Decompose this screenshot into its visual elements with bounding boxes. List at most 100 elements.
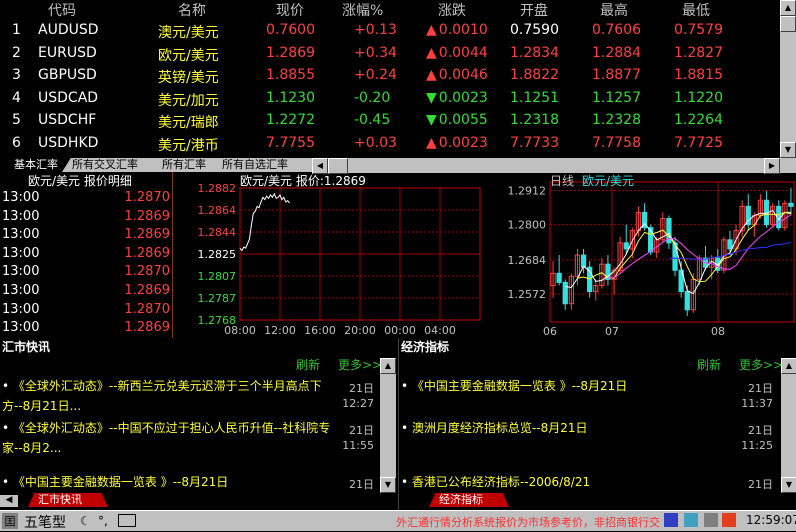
fx-news-scrollbar[interactable]: ▲ ▼: [380, 358, 396, 493]
col-header-code[interactable]: 代码: [48, 0, 76, 20]
detail-row: 13:00 1.2869: [0, 283, 172, 302]
news-date: 21日: [349, 382, 374, 395]
quote-row[interactable]: 4 USDCAD 美元/加元 1.1230 -0.20 ▼ 0.0023 1.1251 1.12…: [0, 88, 796, 111]
news-headline[interactable]: 香港已公布经济指标--2006/8/21: [412, 475, 590, 489]
quote-cell-price: 1.2869: [266, 44, 315, 61]
quote-row[interactable]: 1 AUDUSD 澳元/美元 0.7600 +0.13 ▲ 0.0010 0.7590 0.76…: [0, 20, 796, 43]
news-headline[interactable]: 《中国主要金融数据一览表 》--8月21日: [412, 379, 627, 393]
quote-cell-high: 1.8877: [592, 67, 641, 84]
daily-grid: [549, 182, 794, 322]
quote-cell-chg: ▲ 0.0010: [426, 22, 488, 38]
col-header-open[interactable]: 开盘: [520, 0, 548, 20]
daily-chart-panel[interactable]: 1.2912 1.2800 1.2684 1.2572 06 07 08 日线 欧元/美元: [484, 172, 796, 338]
scroll-up-button[interactable]: ▲: [781, 358, 796, 374]
quote-cell-name: 欧元/美元: [158, 47, 219, 64]
daily-x-tick: 06: [543, 325, 557, 338]
quote-cell-open: 1.8822: [510, 67, 559, 84]
daily-y-tick: 1.2572: [508, 288, 547, 301]
tab-scroll-left[interactable]: ◀: [0, 495, 18, 507]
econ-scrollbar[interactable]: ▲ ▼: [781, 358, 796, 493]
volume-icon[interactable]: [704, 513, 718, 527]
quote-row[interactable]: 6 USDHKD 美元/港币 7.7755 +0.03 ▲ 0.0023 7.7733 7.77…: [0, 133, 796, 156]
intraday-y-tick: 1.2825: [198, 248, 237, 261]
intraday-chart-panel[interactable]: 1.2882 1.2864 1.2844 1.2825 1.2807 1.2787 1.27…: [174, 172, 482, 338]
daily-x-tick: 08: [711, 325, 725, 338]
news-item[interactable]: • 澳洲月度经济指标总览--8月21日: [401, 418, 731, 438]
moving-average-line: [565, 209, 791, 295]
ime-mode-label[interactable]: 五笔型: [24, 512, 66, 532]
scroll-down-button[interactable]: ▼: [380, 477, 396, 493]
detail-row: 13:00 1.2869: [0, 209, 172, 228]
flag-icon[interactable]: [722, 513, 736, 527]
news-item[interactable]: • 香港已公布经济指标--2006/8/21: [401, 472, 731, 492]
bullet-icon: •: [401, 379, 412, 393]
intraday-title: 欧元/美元 报价:1.2869: [240, 174, 366, 188]
bullet-icon: •: [2, 475, 13, 489]
quote-row[interactable]: 5 USDCHF 美元/瑞郎 1.2272 -0.45 ▼ 0.0055 1.2318 1.23…: [0, 110, 796, 133]
quote-cell-chg: ▼ 0.0023: [426, 90, 488, 106]
tab-fx-news[interactable]: 汇市快讯: [28, 493, 108, 507]
econ-more-link[interactable]: 更多>>: [739, 356, 783, 373]
detail-price: 1.2869: [124, 283, 171, 298]
quote-cell-pct: -0.20: [354, 89, 391, 106]
quote-cell-open: 1.2318: [510, 112, 559, 129]
scroll-down-button[interactable]: ▼: [781, 477, 796, 493]
monitor-icon[interactable]: [684, 513, 698, 527]
quote-cell-price: 1.8855: [266, 67, 315, 84]
quote-row[interactable]: 3 GBPUSD 英镑/美元 1.8855 +0.24 ▲ 0.0046 1.8822 1.88…: [0, 65, 796, 88]
network-icon[interactable]: [664, 513, 678, 527]
tab-all-watchlist[interactable]: 所有自选汇率: [212, 158, 322, 172]
news-item[interactable]: • 《中国主要金融数据一览表 》--8月21日: [401, 376, 731, 396]
intraday-grid: [239, 187, 480, 321]
quote-scrollbar[interactable]: ▲ ▼: [780, 0, 796, 158]
quote-hscrollbar[interactable]: ◀ ▶: [312, 158, 796, 174]
fx-news-refresh-link[interactable]: 刷新: [296, 356, 320, 373]
col-header-pct[interactable]: 涨幅%: [342, 0, 383, 20]
bullet-icon: •: [2, 421, 13, 435]
scroll-up-button[interactable]: ▲: [380, 358, 396, 374]
col-header-high[interactable]: 最高: [600, 0, 628, 20]
col-header-chg[interactable]: 涨跌: [438, 0, 466, 20]
quote-cell-high: 1.2884: [592, 44, 641, 61]
ime-logo-icon[interactable]: 囯: [2, 513, 18, 529]
up-arrow-icon: ▲: [426, 67, 437, 84]
quote-cell-name: 英镑/美元: [158, 70, 219, 87]
news-headline[interactable]: 《全球外汇动态》--中国不应过于担心人民币升值--社科院专家--8月2...: [2, 421, 330, 455]
quote-cell-open: 7.7733: [510, 135, 559, 151]
news-headline[interactable]: 澳洲月度经济指标总览--8月21日: [412, 421, 588, 435]
news-time: 12:27: [342, 397, 374, 410]
detail-time: 13:00: [2, 320, 40, 336]
detail-row: 13:00 1.2870: [0, 190, 172, 209]
news-item[interactable]: • 《中国主要金融数据一览表 》--8月21日: [2, 472, 332, 492]
col-header-name[interactable]: 名称: [178, 0, 206, 20]
quote-row[interactable]: 2 EURUSD 欧元/美元 1.2869 +0.34 ▲ 0.0044 1.2834 1.28…: [0, 43, 796, 66]
detail-time: 13:00: [2, 227, 40, 243]
col-header-low[interactable]: 最低: [682, 0, 710, 20]
intraday-x-tick: 20:00: [344, 324, 376, 337]
punctuation-icon[interactable]: °,: [98, 514, 108, 528]
news-item[interactable]: • 《全球外汇动态》--新西兰元兑美元迟滞于三个半月高点下方--8月21日...: [2, 376, 332, 416]
col-header-price[interactable]: 现价: [276, 0, 304, 20]
quote-cell-code: USDCHF: [38, 112, 97, 129]
intraday-x-tick: 12:00: [264, 324, 296, 337]
intraday-chart[interactable]: 1.28821.28641.28441.28251.28071.27871.27…: [174, 172, 482, 338]
keyboard-icon[interactable]: [118, 514, 136, 527]
tab-econ[interactable]: 经济指标: [429, 493, 509, 507]
moon-icon[interactable]: ☾: [80, 514, 91, 528]
quote-cell-price: 1.2272: [266, 112, 315, 129]
econ-title: 经济指标: [401, 340, 450, 354]
quote-cell-name: 澳元/美元: [158, 25, 219, 41]
news-headline[interactable]: 《全球外汇动态》--新西兰元兑美元迟滞于三个半月高点下方--8月21日...: [2, 379, 322, 413]
scroll-down-button[interactable]: ▼: [780, 142, 796, 158]
news-headline[interactable]: 《中国主要金融数据一览表 》--8月21日: [13, 475, 228, 489]
daily-chart[interactable]: 1.2912 1.2800 1.2684 1.2572 06 07 08: [484, 172, 796, 338]
quote-cell-pct: +0.13: [354, 22, 397, 38]
fx-news-more-link[interactable]: 更多>>: [338, 356, 382, 373]
news-date: 21日: [748, 478, 773, 491]
detail-time: 13:00: [2, 245, 40, 261]
scroll-up-button[interactable]: ▲: [780, 0, 796, 16]
scroll-thumb[interactable]: [780, 16, 796, 32]
news-item[interactable]: • 《全球外汇动态》--中国不应过于担心人民币升值--社科院专家--8月2...: [2, 418, 332, 458]
quote-cell-no: 6: [12, 135, 21, 151]
econ-refresh-link[interactable]: 刷新: [697, 356, 721, 373]
